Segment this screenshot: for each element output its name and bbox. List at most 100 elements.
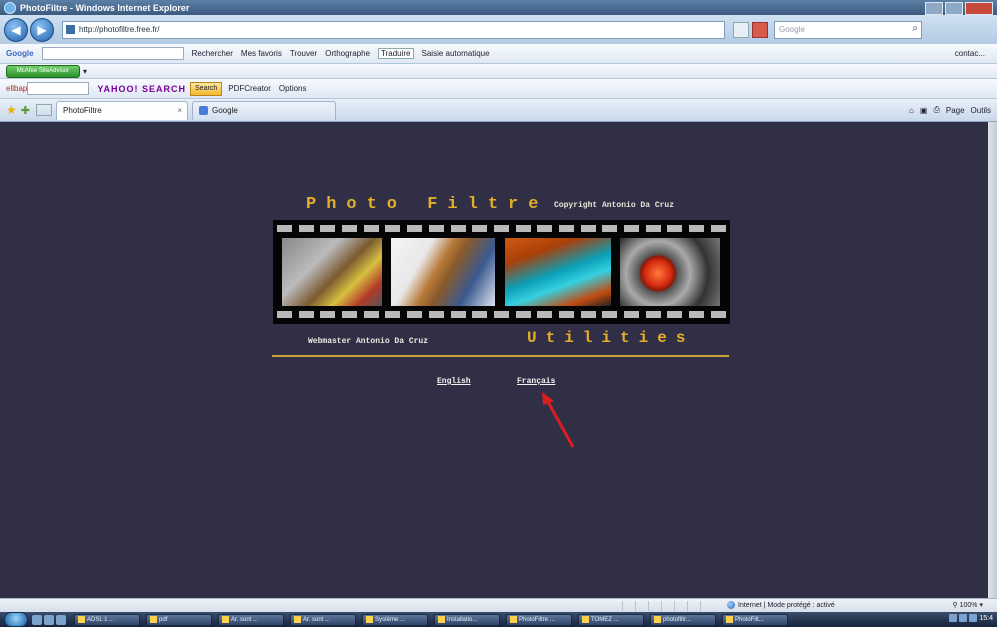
window-icon <box>582 616 589 623</box>
taskbar-button-label: Installatio... <box>447 616 478 623</box>
yahoo-toolbar: ellbap YAHOO! SEARCH Search PDFCreator O… <box>0 79 997 99</box>
add-favorite-icon[interactable]: ✚ <box>21 104 30 117</box>
clock[interactable]: 15:4 <box>979 615 993 622</box>
refresh-icon[interactable] <box>733 21 749 38</box>
close-tab-icon[interactable]: × <box>177 106 182 115</box>
window-icon <box>150 616 157 623</box>
tray-icon[interactable] <box>949 614 958 622</box>
film-sprockets-bottom <box>277 311 726 319</box>
quick-launch <box>32 614 66 625</box>
quick-launch-icon[interactable] <box>44 614 54 625</box>
webmaster-text: Webmaster Antonio Da Cruz <box>308 337 429 346</box>
google-item-rechercher[interactable]: Rechercher <box>192 49 233 58</box>
status-bar: Internet | Mode protégé : activé ⚲ 100% … <box>0 598 997 612</box>
red-arrow-annotation <box>542 392 575 448</box>
page-content: Photo Filtre Copyright Antonio Da Cruz W… <box>0 122 997 598</box>
google-item-trouver[interactable]: Trouver <box>290 49 317 58</box>
yahoo-prefix[interactable]: ellbap <box>6 84 27 93</box>
taskbar-button[interactable]: ADSL 1 ... <box>74 613 140 626</box>
google-favicon-icon <box>198 106 208 115</box>
search-input[interactable]: Google ⌕ <box>774 20 922 39</box>
ie-logo-icon <box>4 1 16 14</box>
command-bar: ⌂ ▣ ⎙ Page Outils <box>909 102 991 118</box>
google-item-traduire[interactable]: Traduire <box>378 48 414 59</box>
google-logo[interactable]: Google <box>6 49 34 58</box>
english-link[interactable]: English <box>437 377 471 386</box>
quick-launch-icon[interactable] <box>32 614 42 625</box>
zoom-icon: ⚲ <box>952 602 958 609</box>
minimize-button[interactable] <box>925 2 943 15</box>
tools-menu[interactable]: Outils <box>971 106 991 115</box>
security-zone[interactable]: Internet | Mode protégé : activé <box>727 601 835 609</box>
taskbar-button-label: Ar. sont ... <box>231 616 259 623</box>
taskbar-button[interactable]: Ar. sont ... <box>218 613 284 626</box>
taskbar-button[interactable]: Système ... <box>362 613 428 626</box>
quick-launch-icon[interactable] <box>56 614 66 625</box>
tab-photofiltre-label: PhotoFiltre <box>62 106 102 115</box>
taskbar-button-label: pdf <box>159 616 168 623</box>
yahoo-search-button[interactable]: Search <box>190 81 223 96</box>
zone-text: Internet | Mode protégé : activé <box>738 601 835 609</box>
forward-button[interactable]: ▶ <box>30 17 54 42</box>
zoom-dropdown-icon: ▾ <box>979 602 983 609</box>
taskbar-button-label: PhotoFilt... <box>735 616 764 623</box>
utilities-heading: Utilities <box>527 329 695 347</box>
address-field[interactable]: http://photofiltre.free.fr/ <box>62 20 725 39</box>
favorites-star-icon[interactable]: ★ <box>6 103 17 117</box>
zoom-control[interactable]: ⚲ 100% ▾ <box>953 601 983 609</box>
pdfcreator-item[interactable]: PDFCreator <box>228 84 271 93</box>
gold-divider <box>272 355 729 357</box>
taskbar-button[interactable]: pdf <box>146 613 212 626</box>
tray-icon[interactable] <box>969 614 978 622</box>
close-button[interactable] <box>965 2 993 15</box>
options-item[interactable]: Options <box>279 84 307 93</box>
taskbar-button[interactable]: Ar. sont ... <box>290 613 356 626</box>
taskbar-button[interactable]: PhotoFiltre ... <box>506 613 572 626</box>
tab-google-label: Google <box>211 106 238 115</box>
home-icon[interactable]: ⌂ <box>909 106 914 115</box>
search-icon[interactable]: ⌕ <box>912 23 918 34</box>
system-tray: 15:4 <box>949 614 993 622</box>
page-menu[interactable]: Page <box>946 106 965 115</box>
taskbar-button-label: Système ... <box>375 616 406 623</box>
google-search-input[interactable] <box>41 47 184 60</box>
film-frame-fruit <box>282 238 382 306</box>
search-placeholder: Google <box>779 25 805 34</box>
yahoo-logo: YAHOO! SEARCH <box>97 83 187 94</box>
window-title-bar: PhotoFiltre - Windows Internet Explorer <box>0 0 997 15</box>
taskbar-button[interactable]: PhotoFilt... <box>722 613 788 626</box>
mcafee-button[interactable]: McAfee SiteAdvisor <box>6 64 80 78</box>
mcafee-dropdown-icon[interactable]: ▾ <box>83 67 87 76</box>
maximize-button[interactable] <box>945 2 963 15</box>
tab-photofiltre[interactable]: PhotoFiltre × <box>55 100 188 120</box>
window-icon <box>294 616 301 623</box>
taskbar-button[interactable]: Installatio... <box>434 613 500 626</box>
google-contacts[interactable]: contac... <box>955 49 985 58</box>
taskbar-button[interactable]: photofiltr... <box>650 613 716 626</box>
stop-icon[interactable] <box>752 21 768 38</box>
window-icon <box>438 616 445 623</box>
tray-icon[interactable] <box>959 614 968 622</box>
yahoo-search-input[interactable] <box>27 82 90 95</box>
google-item-saisie[interactable]: Saisie automatique <box>422 49 490 58</box>
address-bar-row: ◀ ▶ http://photofiltre.free.fr/ Google ⌕ <box>0 15 997 44</box>
vertical-scrollbar[interactable] <box>988 122 997 598</box>
tab-google[interactable]: Google <box>191 100 336 120</box>
google-item-favoris[interactable]: Mes favoris <box>241 49 282 58</box>
film-frame-apple <box>620 238 720 306</box>
taskbar-button-label: PhotoFiltre ... <box>519 616 555 623</box>
francais-link[interactable]: Français <box>517 377 555 386</box>
zoom-level: 100% <box>959 602 978 609</box>
feeds-icon[interactable]: ▣ <box>920 106 928 115</box>
google-item-orthographe[interactable]: Orthographe <box>325 49 370 58</box>
tab-list-icon[interactable] <box>35 104 52 116</box>
print-icon[interactable]: ⎙ <box>933 105 939 115</box>
start-button[interactable] <box>4 612 28 627</box>
window-icon <box>78 616 85 623</box>
back-button[interactable]: ◀ <box>4 17 28 42</box>
taskbar-button[interactable]: TOMEZ ... <box>578 613 644 626</box>
taskbar-button-label: ADSL 1 ... <box>87 616 115 623</box>
address-tools <box>733 21 768 38</box>
mcafee-toolbar: McAfee SiteAdvisor ▾ <box>0 64 997 79</box>
window-icon <box>222 616 229 623</box>
